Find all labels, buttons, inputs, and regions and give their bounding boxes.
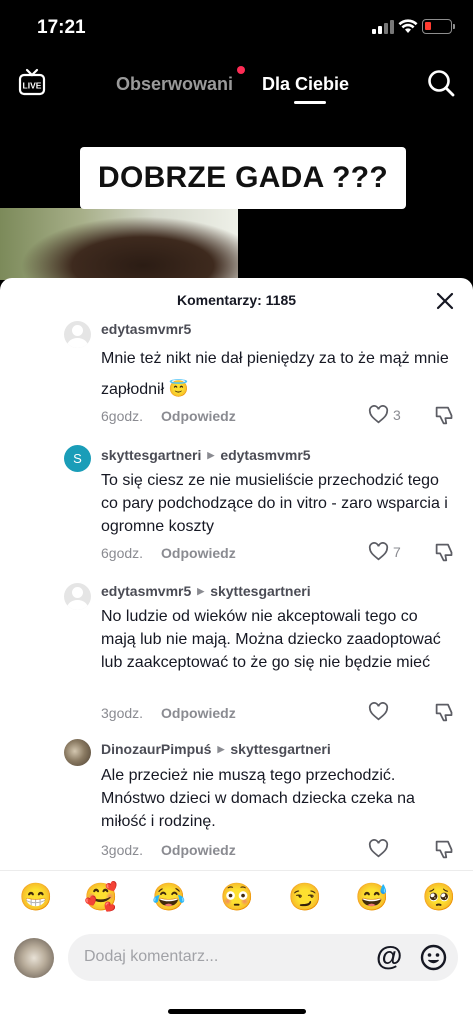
comment-username[interactable]: skyttesgartneri <box>101 447 201 463</box>
emoji-flushed[interactable]: 😳 <box>220 881 254 913</box>
comment-meta: 6godz. Odpowiedz <box>101 545 236 561</box>
emoji-sweat-smile[interactable]: 😅 <box>355 881 389 913</box>
comment-meta: 6godz. Odpowiedz <box>101 408 236 424</box>
comments-count-title: Komentarzy: 1185 <box>176 292 297 308</box>
comment-time: 6godz. <box>101 408 144 424</box>
comment-text: Mnie też nikt nie dał pieniędzy za to że… <box>101 350 449 398</box>
comment-text: Ale przecież nie muszą tego przechodzić.… <box>101 767 415 830</box>
wifi-icon <box>398 19 418 33</box>
like-count: 7 <box>393 543 401 560</box>
user-avatar[interactable]: S <box>64 445 91 472</box>
close-icon[interactable] <box>436 292 454 310</box>
comment-time: 6godz. <box>101 545 144 561</box>
status-bar: 17:21 <box>0 0 473 56</box>
comment-text: No ludzie od wieków nie akceptowali tego… <box>101 608 441 671</box>
emoji-quick-bar: 😁 🥰 😂 😳 😏 😅 🥺 <box>0 870 473 926</box>
comment-meta: 3godz. Odpowiedz <box>101 842 236 858</box>
video-frame <box>0 208 238 280</box>
reply-arrow-icon: ▶ <box>207 449 215 460</box>
status-time: 17:21 <box>37 17 86 38</box>
like-count: 3 <box>393 406 401 423</box>
heart-icon <box>368 542 389 561</box>
reply-to-username[interactable]: skyttesgartneri <box>210 583 310 599</box>
reply-to-username[interactable]: edytasmvmr5 <box>220 447 310 463</box>
live-label: LIVE <box>23 81 42 91</box>
comment-username[interactable]: edytasmvmr5 <box>101 583 191 599</box>
user-avatar[interactable] <box>64 321 91 348</box>
heart-icon <box>368 405 389 424</box>
dislike-icon[interactable] <box>434 405 455 426</box>
comment-username[interactable]: edytasmvmr5 <box>101 321 191 337</box>
reply-arrow-icon: ▶ <box>217 743 225 754</box>
like-button[interactable]: 7 <box>368 542 401 561</box>
video-caption: DOBRZE GADA ??? <box>97 161 389 194</box>
user-avatar[interactable] <box>64 583 91 610</box>
reply-button[interactable]: Odpowiedz <box>161 408 236 424</box>
dislike-icon[interactable] <box>434 702 455 723</box>
emoji-laugh[interactable]: 😂 <box>152 881 186 913</box>
reply-button[interactable]: Odpowiedz <box>161 842 236 858</box>
live-icon[interactable]: LIVE <box>18 68 46 96</box>
battery-icon <box>422 19 455 34</box>
search-icon[interactable] <box>426 68 456 98</box>
comment-header: DinozaurPimpuś ▶ skyttesgartneri <box>101 741 331 757</box>
notification-dot <box>237 66 245 74</box>
cellular-signal-icon <box>372 20 394 34</box>
reply-button[interactable]: Odpowiedz <box>161 545 236 561</box>
comment-text: To się ciesz ze nie musieliście przechod… <box>101 472 448 535</box>
comment-username[interactable]: DinozaurPimpuś <box>101 741 211 757</box>
comment-time: 3godz. <box>101 842 144 858</box>
like-button[interactable] <box>368 702 393 721</box>
reply-button[interactable]: Odpowiedz <box>161 705 236 721</box>
active-tab-indicator <box>294 101 326 104</box>
home-indicator <box>168 1009 306 1014</box>
emoji-smirk[interactable]: 😏 <box>288 881 322 913</box>
comment-input-placeholder: Dodaj komentarz... <box>84 948 219 965</box>
comments-sheet: Komentarzy: 1185 edytasmvmr5 Mnie też ni… <box>0 278 473 1024</box>
mention-icon[interactable]: @ <box>376 941 402 972</box>
heart-icon <box>368 839 389 858</box>
comment-header: edytasmvmr5 <box>101 321 191 337</box>
comment-time: 3godz. <box>101 705 144 721</box>
comment-meta: 3godz. Odpowiedz <box>101 705 236 721</box>
like-button[interactable] <box>368 839 393 858</box>
reply-to-username[interactable]: skyttesgartneri <box>230 741 330 757</box>
heart-icon <box>368 702 389 721</box>
video-player[interactable]: DOBRZE GADA ??? <box>0 120 473 280</box>
dislike-icon[interactable] <box>434 542 455 563</box>
tab-for-you[interactable]: Dla Ciebie <box>262 74 349 95</box>
current-user-avatar <box>14 938 54 978</box>
like-button[interactable]: 3 <box>368 405 401 424</box>
emoji-picker-icon[interactable] <box>420 944 447 971</box>
comment-header: skyttesgartneri ▶ edytasmvmr5 <box>101 447 311 463</box>
emoji-hearts[interactable]: 🥰 <box>84 881 118 913</box>
emoji-pleading[interactable]: 🥺 <box>422 881 456 913</box>
tab-following[interactable]: Obserwowani <box>116 74 233 95</box>
comment-header: edytasmvmr5 ▶ skyttesgartneri <box>101 583 311 599</box>
user-avatar[interactable] <box>64 739 91 766</box>
emoji-grin[interactable]: 😁 <box>19 881 53 913</box>
comment-input[interactable]: Dodaj komentarz... @ <box>68 934 458 981</box>
reply-arrow-icon: ▶ <box>197 585 205 596</box>
dislike-icon[interactable] <box>434 839 455 860</box>
video-caption-box: DOBRZE GADA ??? <box>80 147 406 209</box>
